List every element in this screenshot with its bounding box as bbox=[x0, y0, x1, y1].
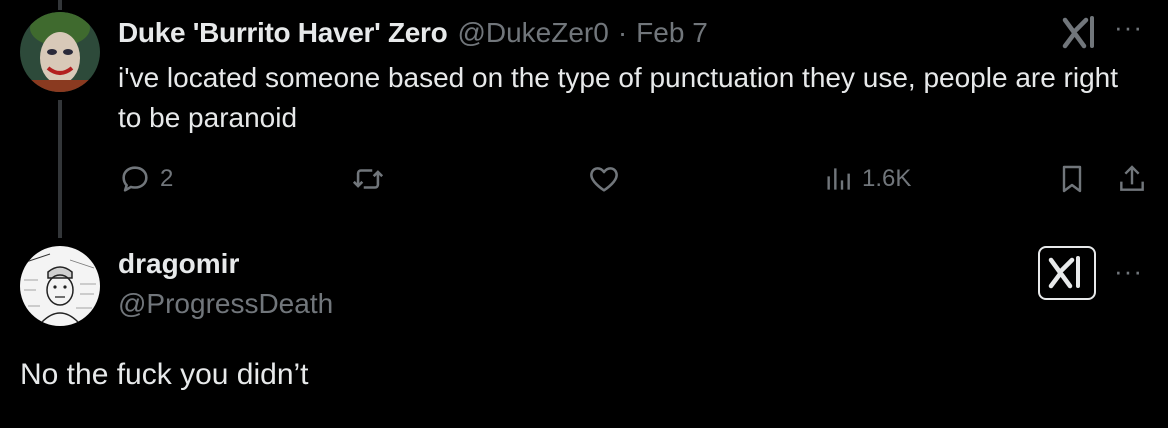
display-name[interactable]: dragomir bbox=[118, 248, 239, 280]
retweet-icon bbox=[350, 162, 386, 196]
thread-connector-line bbox=[58, 0, 62, 10]
bookmark-button[interactable] bbox=[1056, 162, 1088, 196]
grok-icon[interactable] bbox=[1038, 246, 1096, 300]
user-handle[interactable]: @ProgressDeath bbox=[118, 288, 333, 320]
share-icon bbox=[1116, 162, 1148, 196]
views-button[interactable]: 1.6K bbox=[822, 162, 911, 196]
display-name[interactable]: Duke 'Burrito Haver' Zero bbox=[118, 17, 448, 49]
user-handle[interactable]: @DukeZer0 bbox=[457, 17, 608, 49]
tweet-text: No the fuck you didn’t bbox=[20, 358, 309, 391]
like-button[interactable] bbox=[586, 162, 622, 196]
tweet-date[interactable]: Feb 7 bbox=[636, 17, 708, 49]
heart-icon bbox=[586, 162, 622, 196]
reply-count: 2 bbox=[160, 165, 174, 192]
thread-connector-line bbox=[58, 100, 62, 238]
retweet-button[interactable] bbox=[350, 162, 386, 196]
views-count: 1.6K bbox=[862, 165, 912, 192]
separator-dot: · bbox=[617, 17, 628, 48]
tweet-thread: Duke 'Burrito Haver' Zero @DukeZer0 · Fe… bbox=[0, 0, 1168, 428]
joker-face-avatar[interactable] bbox=[20, 12, 100, 92]
more-options-button[interactable]: ··· bbox=[1114, 12, 1143, 43]
reply-icon bbox=[118, 162, 152, 196]
more-options-button[interactable]: ··· bbox=[1114, 256, 1143, 287]
bookmark-icon bbox=[1056, 162, 1088, 196]
wojak-sketch-avatar[interactable] bbox=[20, 246, 100, 326]
tweet-header: Duke 'Burrito Haver' Zero @DukeZer0 · Fe… bbox=[118, 14, 708, 52]
tweet-text: i've located someone based on the type o… bbox=[118, 62, 1119, 133]
grok-icon[interactable] bbox=[1062, 16, 1100, 50]
share-button[interactable] bbox=[1116, 162, 1148, 196]
views-icon bbox=[822, 162, 854, 196]
reply-button[interactable]: 2 bbox=[118, 162, 173, 196]
